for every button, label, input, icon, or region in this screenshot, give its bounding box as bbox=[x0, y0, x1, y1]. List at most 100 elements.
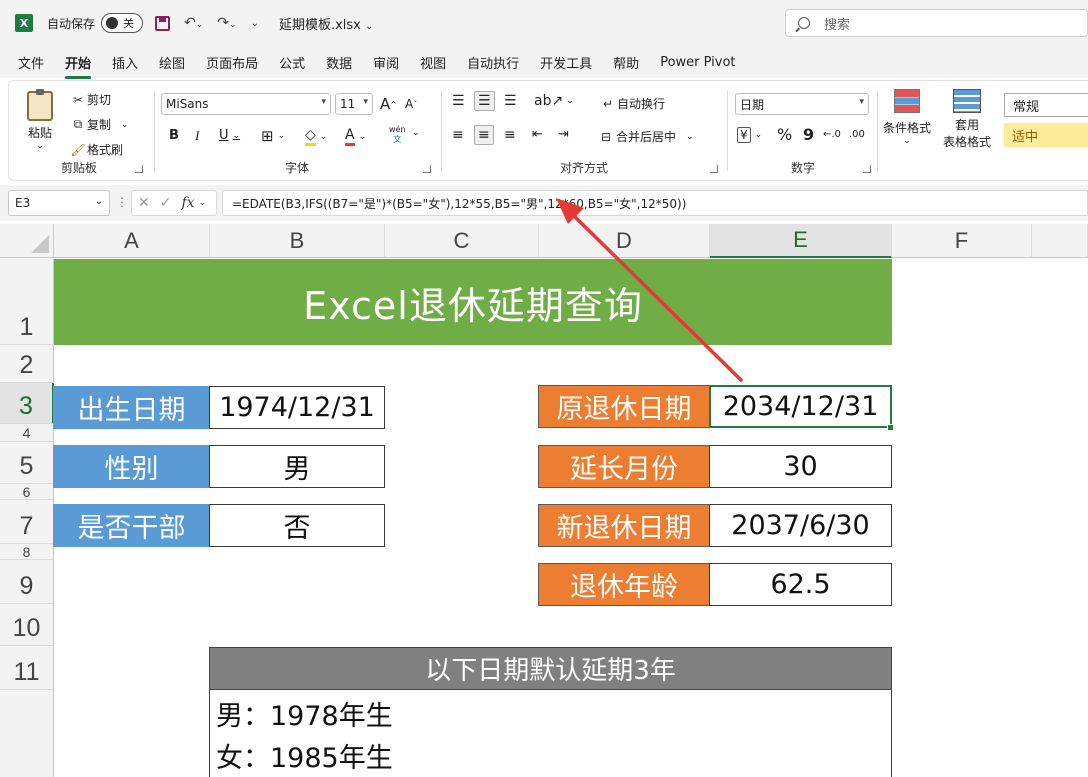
row-header-11[interactable]: 11 bbox=[0, 646, 54, 690]
number-format-select[interactable]: 日期 ▾ bbox=[735, 93, 869, 115]
row-header-7[interactable]: 7 bbox=[0, 500, 54, 544]
comma-style-button[interactable]: 9 bbox=[803, 125, 814, 144]
tab-review[interactable]: 审阅 bbox=[373, 49, 399, 76]
fill-handle[interactable] bbox=[887, 424, 894, 431]
row-header-6[interactable]: 6 bbox=[0, 484, 54, 500]
original-retire-label-cell[interactable]: 原退休日期 bbox=[538, 385, 710, 428]
copy-button[interactable]: ⧉ 复制 ⌄ bbox=[69, 116, 129, 133]
row-header-10[interactable]: 10 bbox=[0, 604, 54, 646]
dialog-launcher-icon[interactable] bbox=[863, 165, 871, 173]
undo-icon[interactable]: ↶⌄ bbox=[184, 15, 203, 31]
increase-decimal-button[interactable]: ←.0 bbox=[823, 129, 841, 140]
format-as-table-button[interactable]: 套用 表格格式 bbox=[937, 89, 997, 150]
align-left-button[interactable]: ≡ bbox=[452, 127, 464, 143]
chevron-down-icon[interactable]: ⌄ bbox=[412, 128, 420, 138]
decrease-decimal-button[interactable]: .00 bbox=[849, 129, 865, 140]
underline-button[interactable]: U ⌄ bbox=[219, 128, 240, 143]
birth-date-value-cell[interactable]: 1974/12/31 bbox=[209, 386, 385, 429]
wrap-text-button[interactable]: ↵ 自动换行 bbox=[599, 95, 665, 112]
font-name-select[interactable]: MiSans ▾ bbox=[161, 93, 331, 115]
column-header-f[interactable]: F bbox=[892, 224, 1032, 258]
column-header-g[interactable] bbox=[1032, 224, 1088, 258]
gender-label-cell[interactable]: 性别 bbox=[53, 445, 210, 488]
increase-indent-button[interactable]: ⇥ bbox=[558, 127, 569, 142]
row-header-3[interactable]: 3 bbox=[0, 383, 54, 424]
more-options-icon[interactable]: ⋮ bbox=[116, 195, 128, 209]
borders-button[interactable]: ⊞ ⌄ bbox=[261, 127, 285, 145]
tab-view[interactable]: 视图 bbox=[420, 49, 446, 76]
note-header-cell[interactable]: 以下日期默认延期3年 bbox=[209, 647, 892, 690]
autosave-toggle[interactable]: 关 bbox=[101, 13, 144, 33]
retire-age-value-cell[interactable]: 62.5 bbox=[709, 563, 892, 606]
row-header-5[interactable]: 5 bbox=[0, 442, 54, 484]
extend-months-label-cell[interactable]: 延长月份 bbox=[538, 445, 710, 488]
tab-help[interactable]: 帮助 bbox=[613, 49, 639, 76]
tab-developer[interactable]: 开发工具 bbox=[540, 49, 592, 76]
cut-button[interactable]: ✂ 剪切 bbox=[69, 91, 111, 108]
column-header-e[interactable]: E bbox=[710, 224, 892, 258]
customize-toolbar-icon[interactable]: ⌄ bbox=[251, 18, 259, 29]
column-header-a[interactable]: A bbox=[54, 224, 210, 258]
align-right-button[interactable]: ≡ bbox=[504, 127, 516, 143]
align-center-button[interactable]: ≡ bbox=[474, 125, 494, 145]
bold-button[interactable]: B bbox=[169, 128, 179, 143]
style-neutral[interactable]: 适中 bbox=[1004, 123, 1088, 147]
new-retire-label-cell[interactable]: 新退休日期 bbox=[538, 504, 710, 547]
note-female-line[interactable]: 女：1985年生 bbox=[216, 736, 393, 775]
insert-function-icon[interactable]: fx bbox=[181, 195, 194, 211]
birth-date-label-cell[interactable]: 出生日期 bbox=[53, 386, 210, 429]
row-header-1[interactable]: 1 bbox=[0, 259, 54, 345]
name-box[interactable]: E3 ⌄ bbox=[8, 190, 110, 216]
enter-icon[interactable]: ✓ bbox=[160, 195, 172, 211]
sheet-title-banner[interactable]: Excel退休延期查询 bbox=[54, 259, 892, 345]
paste-button[interactable]: 粘贴 ⌄ bbox=[27, 89, 53, 151]
conditional-formatting-button[interactable]: 条件格式 ⌄ bbox=[881, 89, 933, 146]
font-color-button[interactable]: A ⌄ bbox=[345, 127, 366, 146]
original-retire-value-cell[interactable]: 2034/12/31 bbox=[709, 385, 892, 428]
cadre-value-cell[interactable]: 否 bbox=[209, 504, 385, 547]
phonetic-guide-button[interactable]: wén 文 bbox=[389, 125, 406, 145]
orientation-button[interactable]: ab↗ ⌄ bbox=[534, 93, 574, 109]
tab-formulas[interactable]: 公式 bbox=[279, 49, 305, 76]
tab-home[interactable]: 开始 bbox=[65, 49, 92, 79]
save-icon[interactable] bbox=[155, 15, 171, 31]
percent-button[interactable]: % bbox=[777, 125, 792, 144]
file-name[interactable]: 延期模板.xlsx ⌄ bbox=[279, 14, 373, 33]
format-painter-button[interactable]: 🖌 格式刷 bbox=[69, 141, 123, 158]
column-header-b[interactable]: B bbox=[210, 224, 385, 258]
retire-age-label-cell[interactable]: 退休年龄 bbox=[538, 563, 710, 606]
row-header-8[interactable]: 8 bbox=[0, 544, 54, 560]
tab-automate[interactable]: 自动执行 bbox=[467, 49, 519, 76]
decrease-indent-button[interactable]: ⇤ bbox=[532, 127, 543, 142]
grow-font-button[interactable]: A ^ bbox=[380, 95, 397, 113]
row-header-2[interactable]: 2 bbox=[0, 345, 54, 383]
dialog-launcher-icon[interactable] bbox=[423, 165, 431, 173]
style-normal[interactable]: 常规 bbox=[1004, 93, 1088, 117]
extend-months-value-cell[interactable]: 30 bbox=[709, 445, 892, 488]
new-retire-value-cell[interactable]: 2037/6/30 bbox=[709, 504, 892, 547]
gender-value-cell[interactable]: 男 bbox=[209, 445, 385, 488]
column-header-d[interactable]: D bbox=[539, 224, 710, 258]
row-header-12[interactable] bbox=[0, 690, 54, 777]
row-header-4[interactable]: 4 bbox=[0, 424, 54, 442]
note-male-line[interactable]: 男：1978年生 bbox=[216, 694, 393, 733]
align-top-button[interactable]: ☰ bbox=[452, 93, 465, 109]
tab-insert[interactable]: 插入 bbox=[112, 49, 138, 76]
tab-draw[interactable]: 绘图 bbox=[159, 49, 185, 76]
shrink-font-button[interactable]: Aˇ bbox=[405, 97, 417, 111]
align-middle-button[interactable]: ☰ bbox=[474, 91, 495, 111]
dialog-launcher-icon[interactable] bbox=[135, 165, 143, 173]
row-header-9[interactable]: 9 bbox=[0, 560, 54, 604]
dialog-launcher-icon[interactable] bbox=[710, 165, 718, 173]
cadre-label-cell[interactable]: 是否干部 bbox=[53, 504, 210, 547]
font-size-select[interactable]: 11 ▾ bbox=[335, 93, 373, 115]
accounting-format-button[interactable]: ¥ ⌄ bbox=[737, 127, 762, 143]
select-all-corner[interactable] bbox=[0, 224, 54, 258]
italic-button[interactable]: I bbox=[195, 128, 199, 144]
search-box[interactable]: 搜索 bbox=[785, 9, 1088, 37]
tab-file[interactable]: 文件 bbox=[18, 49, 44, 76]
redo-icon[interactable]: ↷⌄ bbox=[217, 15, 236, 31]
tab-power-pivot[interactable]: Power Pivot bbox=[660, 51, 735, 74]
cancel-icon[interactable]: ✕ bbox=[138, 195, 150, 211]
fill-color-button[interactable]: ◇ ⌄ bbox=[305, 127, 327, 146]
